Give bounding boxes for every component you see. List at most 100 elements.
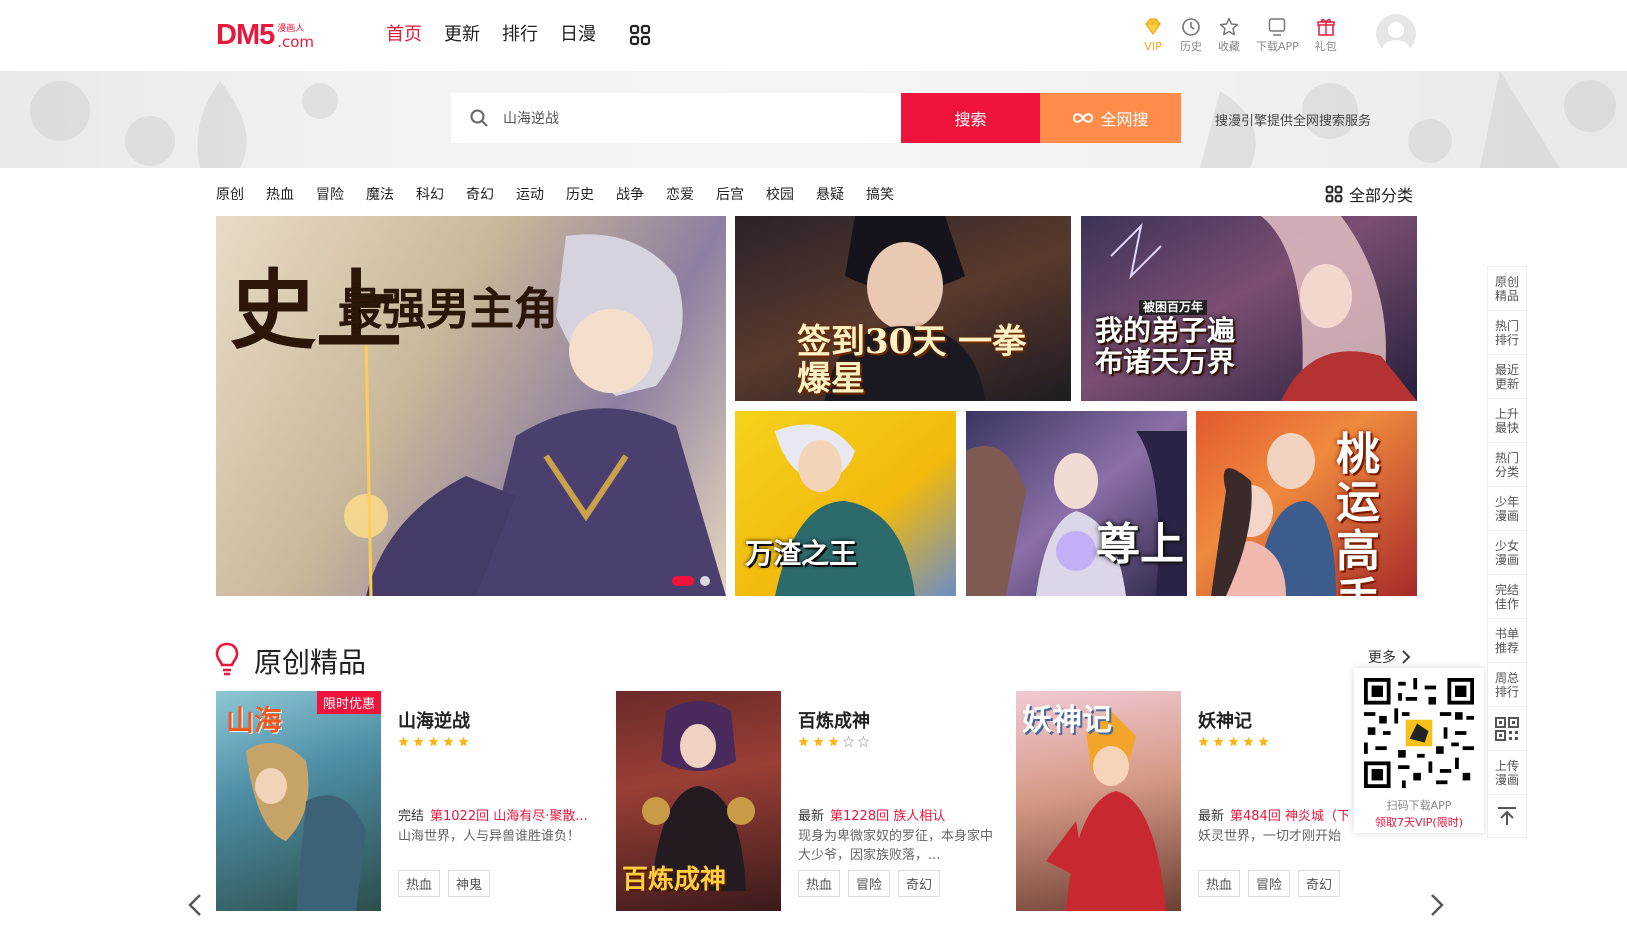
more-link[interactable]: 更多 (1368, 647, 1410, 667)
favorites-button[interactable]: 收藏 (1218, 16, 1240, 53)
history-button[interactable]: 历史 (1180, 16, 1202, 53)
star-filled-icon (458, 736, 469, 747)
category-link[interactable]: 奇幻 (466, 184, 494, 204)
grid-icon (1325, 185, 1343, 203)
cover-title: 山海 (226, 704, 283, 737)
comic-cover[interactable]: 山海 限时优惠 (216, 691, 381, 911)
banner-4-title: 万渣之王 (745, 537, 858, 570)
star-filled-icon (443, 736, 454, 747)
comic-title[interactable]: 妖神记 (1198, 707, 1252, 733)
genre-tag[interactable]: 冒险 (1248, 870, 1291, 897)
category-link[interactable]: 冒险 (316, 184, 344, 204)
side-nav-item[interactable]: 热门分类 (1487, 442, 1527, 486)
comic-card[interactable]: 妖神记 妖神记 最新第484回 神炎城（下） 妖灵世界，一切才刚开始 热血 冒险… (1016, 691, 1348, 930)
category-link[interactable]: 原创 (216, 184, 244, 204)
site-logo[interactable]: DM5 漫画人 .com (216, 14, 314, 50)
vip-button[interactable]: VIP (1142, 16, 1164, 53)
category-link[interactable]: 历史 (566, 184, 594, 204)
side-nav-qr[interactable] (1487, 706, 1527, 750)
banner-5[interactable]: 尊上 (966, 411, 1187, 596)
side-nav-item[interactable]: 少女漫画 (1487, 530, 1527, 574)
search-button[interactable]: 搜索 (901, 93, 1040, 143)
category-link[interactable]: 恋爱 (666, 184, 694, 204)
back-to-top-button[interactable] (1487, 794, 1527, 838)
genre-tag[interactable]: 奇幻 (898, 870, 941, 897)
logo-text: DM5 (216, 19, 275, 51)
side-nav-item[interactable]: 少年漫画 (1487, 486, 1527, 530)
main-nav: 首页 更新 排行 日漫 (386, 22, 652, 48)
side-nav-item[interactable]: 上传漫画 (1487, 750, 1527, 794)
genre-tag[interactable]: 冒险 (848, 870, 891, 897)
banner-3[interactable]: 被困百万年 我的弟子遍布诸天万界 (1081, 216, 1417, 401)
banner-main[interactable]: 史上 最强男主角 (216, 216, 726, 596)
all-categories-link[interactable]: 全部分类 (1325, 182, 1413, 206)
side-nav-item[interactable]: 完结佳作 (1487, 574, 1527, 618)
latest-chapter-link[interactable]: 第484回 神炎城（下） (1230, 809, 1348, 824)
carousel-dot-active[interactable] (672, 576, 694, 586)
nav-japan[interactable]: 日漫 (560, 22, 596, 48)
carousel-dot[interactable] (700, 576, 710, 586)
category-link[interactable]: 战争 (616, 184, 644, 204)
side-nav-item[interactable]: 书单推荐 (1487, 618, 1527, 662)
grid-menu-icon[interactable] (628, 23, 652, 47)
search-all-button[interactable]: 全网搜 (1040, 93, 1181, 143)
comic-description: 现身为卑微家奴的罗征，本身家中大少爷，因家族败落，... (798, 829, 994, 863)
diamond-icon (1145, 18, 1161, 36)
genre-tag[interactable]: 奇幻 (1298, 870, 1341, 897)
comic-description: 山海世界，人与异兽谁胜谁负！ (398, 829, 581, 844)
latest-chapter-link[interactable]: 第1228回 族人相认 (830, 809, 945, 824)
banner-3-subtitle: 被困百万年 (1139, 300, 1208, 316)
comic-title[interactable]: 山海逆战 (398, 707, 470, 733)
category-link[interactable]: 搞笑 (866, 184, 894, 204)
comic-description: 妖灵世界，一切才刚开始 (1198, 829, 1342, 844)
comic-cover[interactable]: 妖神记 (1016, 691, 1181, 911)
category-bar: 原创 热血 冒险 魔法 科幻 奇幻 运动 历史 战争 恋爱 后宫 校园 悬疑 搞… (216, 184, 916, 204)
banner-2[interactable]: 签到30天 一拳爆星 (735, 216, 1071, 401)
banner-6[interactable]: 桃运高手 (1196, 411, 1417, 596)
comic-title[interactable]: 百炼成神 (798, 707, 870, 733)
genre-tag[interactable]: 热血 (798, 870, 841, 897)
chevron-right-icon[interactable] (1430, 893, 1444, 917)
side-nav: 原创精品 热门排行 最近更新 上升最快 热门分类 少年漫画 少女漫画 完结佳作 … (1487, 266, 1527, 838)
infinity-icon (1073, 113, 1094, 123)
rating-stars (1198, 736, 1269, 747)
search-field[interactable] (451, 93, 901, 143)
category-link[interactable]: 科幻 (416, 184, 444, 204)
side-nav-item[interactable]: 最近更新 (1487, 354, 1527, 398)
side-nav-item[interactable]: 周总排行 (1487, 662, 1527, 706)
gift-icon (1317, 19, 1335, 36)
category-link[interactable]: 热血 (266, 184, 294, 204)
gift-button[interactable]: 礼包 (1315, 16, 1337, 53)
category-link[interactable]: 魔法 (366, 184, 394, 204)
download-app-button[interactable]: 下载APP (1256, 16, 1299, 53)
nav-rank[interactable]: 排行 (502, 22, 538, 48)
category-link[interactable]: 校园 (766, 184, 794, 204)
user-avatar[interactable] (1376, 14, 1416, 54)
comic-card[interactable]: 百炼成神 百炼成神 最新 第1228回 族人相认 现身为卑微家奴的罗征，本身家中大… (616, 691, 996, 930)
side-nav-item[interactable]: 上升最快 (1487, 398, 1527, 442)
banner-5-title: 尊上 (1096, 519, 1184, 570)
logo-domain: .com (277, 33, 315, 51)
latest-chapter-link[interactable]: 第1022回 山海有尽·聚散... (430, 809, 588, 824)
side-nav-item[interactable]: 原创精品 (1487, 266, 1527, 310)
genre-tag[interactable]: 热血 (1198, 870, 1241, 897)
chevron-left-icon[interactable] (188, 893, 202, 917)
category-link[interactable]: 运动 (516, 184, 544, 204)
tag-list: 热血 冒险 奇幻 (1198, 870, 1341, 897)
genre-tag[interactable]: 神鬼 (448, 870, 491, 897)
nav-update[interactable]: 更新 (444, 22, 480, 48)
star-empty-icon (843, 736, 854, 747)
search-input[interactable] (501, 109, 861, 127)
promo-badge: 限时优惠 (316, 691, 381, 714)
side-nav-item[interactable]: 热门排行 (1487, 310, 1527, 354)
comic-cover[interactable]: 百炼成神 (616, 691, 781, 911)
genre-tag[interactable]: 热血 (398, 870, 441, 897)
nav-home[interactable]: 首页 (386, 22, 422, 48)
category-link[interactable]: 后宫 (716, 184, 744, 204)
comic-card[interactable]: 山海 限时优惠 山海逆战 完结 第1022回 山海有尽·聚散... 山海世界，人与… (216, 691, 596, 930)
banner-4[interactable]: 万渣之王 (735, 411, 956, 596)
tablet-icon (1269, 18, 1286, 36)
carousel-dots (672, 576, 710, 586)
lightbulb-icon (215, 642, 239, 676)
category-link[interactable]: 悬疑 (816, 184, 844, 204)
